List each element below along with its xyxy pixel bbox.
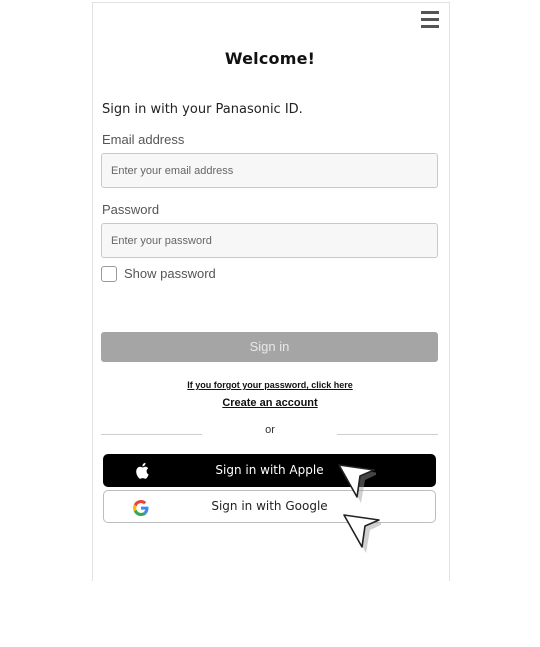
email-label: Email address [102, 132, 185, 147]
password-field[interactable] [102, 224, 437, 257]
signin-with-google-button[interactable]: Sign in with Google [103, 490, 436, 523]
forgot-password-link[interactable]: If you forgot your password, click here [92, 380, 448, 390]
mouse-pointer-arrow-icon [338, 464, 376, 503]
show-password-label[interactable]: Show password [124, 266, 216, 281]
email-field[interactable] [102, 154, 437, 187]
create-account-link[interactable]: Create an account [92, 397, 448, 409]
google-button-label: Sign in with Google [211, 499, 328, 513]
password-label: Password [102, 202, 160, 217]
password-field-container [101, 223, 438, 258]
mouse-pointer-arrow-icon [343, 514, 381, 553]
signin-with-apple-button[interactable]: Sign in with Apple [103, 454, 436, 487]
hamburger-menu-icon[interactable] [421, 11, 439, 29]
show-password-checkbox[interactable] [101, 266, 117, 282]
divider-right [337, 434, 438, 435]
page-title: Welcome! [224, 49, 316, 68]
signin-button[interactable]: Sign in [101, 332, 438, 362]
signin-intro-text: Sign in with your Panasonic ID. [102, 102, 303, 117]
apple-button-label: Sign in with Apple [215, 463, 324, 477]
email-field-container [101, 153, 438, 188]
